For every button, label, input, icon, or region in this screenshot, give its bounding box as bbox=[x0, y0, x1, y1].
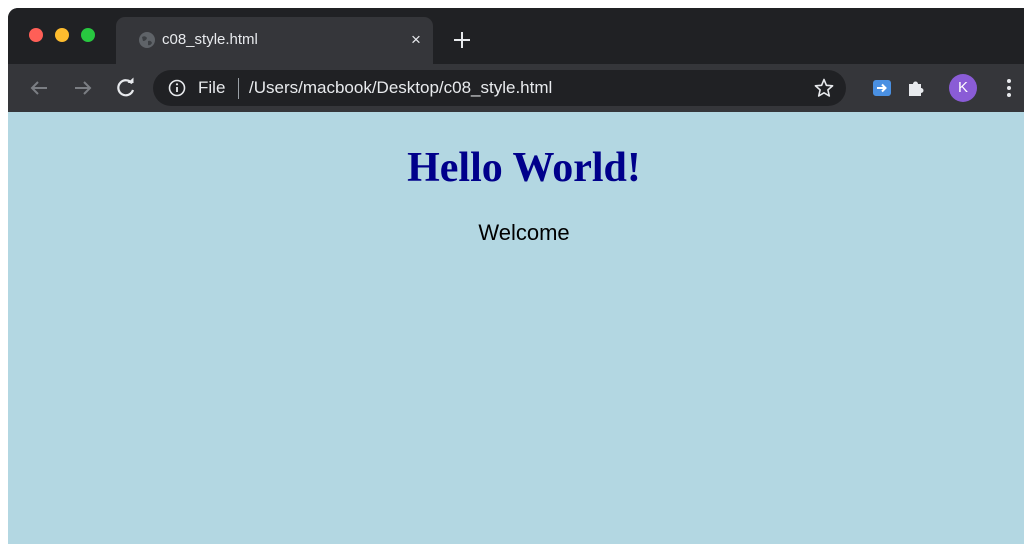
minimize-window-button[interactable] bbox=[55, 28, 69, 42]
tab-close-button[interactable]: × bbox=[406, 30, 426, 50]
globe-icon bbox=[138, 31, 156, 49]
forward-arrow-icon[interactable] bbox=[71, 76, 95, 100]
info-icon[interactable] bbox=[168, 79, 186, 97]
avatar[interactable]: K bbox=[949, 74, 977, 102]
address-bar[interactable]: File /Users/macbook/Desktop/c08_style.ht… bbox=[153, 70, 846, 106]
extension-icon[interactable] bbox=[872, 78, 892, 98]
tab-strip: c08_style.html × bbox=[8, 8, 1024, 64]
page-heading: Hello World! bbox=[407, 145, 641, 191]
star-icon[interactable] bbox=[813, 77, 835, 99]
url-text[interactable]: /Users/macbook/Desktop/c08_style.html bbox=[249, 78, 552, 98]
tab-title: c08_style.html bbox=[162, 31, 258, 48]
back-arrow-icon[interactable] bbox=[27, 76, 51, 100]
puzzle-icon[interactable] bbox=[906, 78, 926, 98]
reload-icon[interactable] bbox=[114, 76, 138, 100]
address-separator bbox=[238, 78, 239, 99]
browser-toolbar: File /Users/macbook/Desktop/c08_style.ht… bbox=[8, 64, 1024, 112]
close-window-button[interactable] bbox=[29, 28, 43, 42]
page-content: Hello World! Welcome bbox=[8, 112, 1024, 544]
tab-active[interactable]: c08_style.html × bbox=[116, 17, 433, 64]
new-tab-button[interactable] bbox=[450, 28, 474, 52]
more-vert-icon[interactable] bbox=[999, 77, 1019, 99]
url-scheme-label: File bbox=[198, 78, 226, 97]
browser-window: c08_style.html × File /Users/macbook/Des… bbox=[8, 8, 1024, 544]
welcome-text: Welcome bbox=[478, 220, 570, 245]
zoom-window-button[interactable] bbox=[81, 28, 95, 42]
